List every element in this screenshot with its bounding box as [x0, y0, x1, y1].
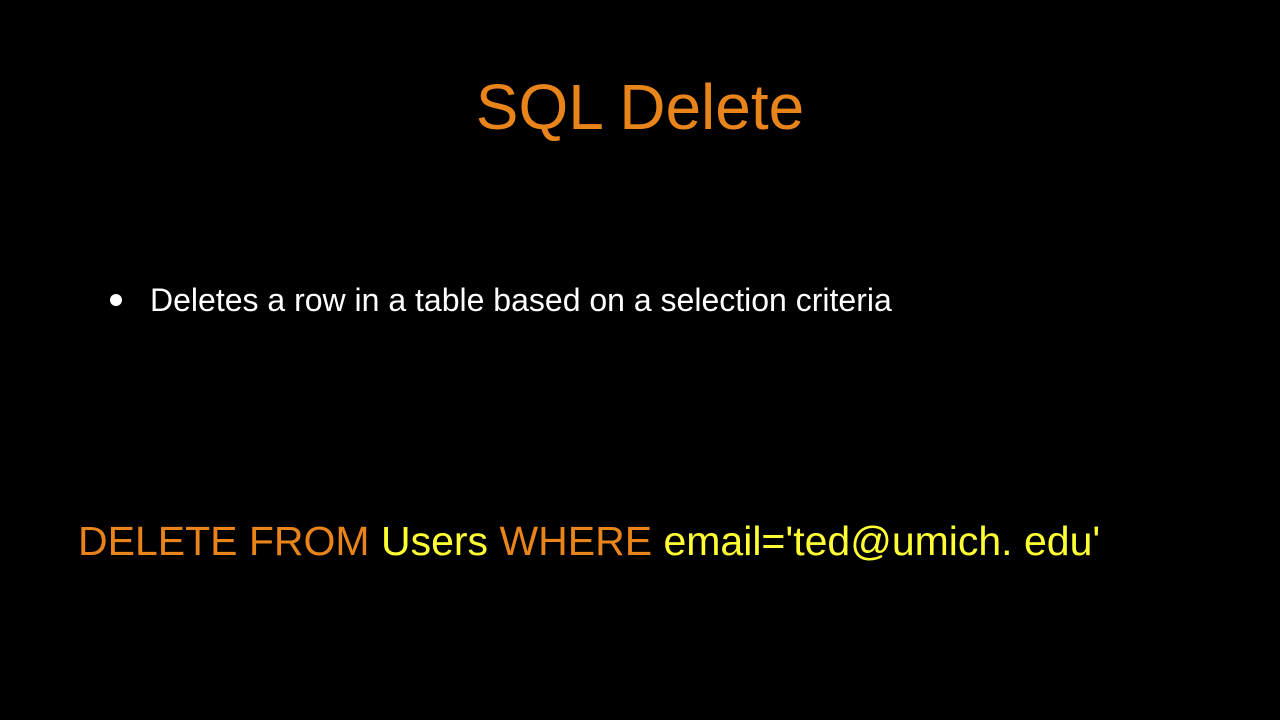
slide: SQL Delete Deletes a row in a table base… [0, 0, 1280, 720]
bullet-dot-icon [110, 294, 122, 306]
sql-keyword-where: WHERE [499, 518, 652, 564]
bullet-item: Deletes a row in a table based on a sele… [110, 280, 1220, 322]
bullet-text: Deletes a row in a table based on a sele… [150, 280, 892, 322]
sql-statement: DELETE FROM Users WHERE email='ted@umich… [78, 518, 1100, 565]
sql-table-name: Users [370, 518, 500, 564]
sql-keyword-delete-from: DELETE FROM [78, 518, 370, 564]
slide-title: SQL Delete [0, 70, 1280, 144]
sql-condition: email='ted@umich. edu' [652, 518, 1100, 564]
